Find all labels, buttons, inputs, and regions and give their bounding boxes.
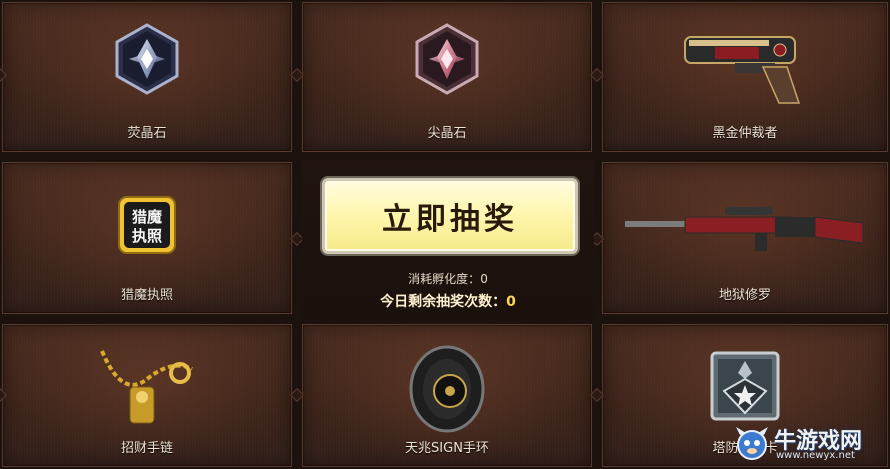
silver-crystal-badge-icon [107,11,187,111]
rifle-weapon-icon [625,203,865,261]
prize-label: 黑金仲裁者 [712,126,778,141]
prize-label: 天兆SIGN手环 [405,441,489,456]
cost-label: 消耗孵化度： [408,272,481,286]
prize-label: 荧晶石 [127,126,167,141]
tower-defense-card-icon [710,351,780,425]
badge-text-line1: 猎魔 [132,208,162,226]
prize-label: 地狱修罗 [718,288,771,303]
watermark-site-url: www.newyx.net [776,450,855,461]
cost-value: 0 [480,272,488,286]
license-badge-icon: 猎魔 执照 [117,195,177,259]
remaining-label: 今日剩余抽奖次数： [380,294,507,310]
prize-cell-7[interactable]: 天兆SIGN手环 [302,324,592,467]
draw-now-button[interactable]: 立即抽奖 [322,178,578,254]
gold-bracelet-icon [92,339,202,439]
prize-label: 猎魔执照 [120,288,173,303]
prize-cell-4[interactable]: 猎魔 执照 猎魔执照 [2,162,292,314]
draw-now-label: 立即抽奖 [382,202,518,237]
prize-cell-3[interactable]: 黑金仲裁者 [602,2,888,152]
prize-label: 招财手链 [120,441,173,456]
wristband-icon [402,341,492,441]
prize-cell-1[interactable]: 荧晶石 [2,2,292,152]
prize-cell-5[interactable]: 地狱修罗 [602,162,888,314]
mascot-logo-icon [736,427,768,460]
cost-info: 消耗孵化度：0 [302,270,594,287]
prize-cell-2[interactable]: 尖晶石 [302,2,592,152]
badge-text-line2: 执照 [132,227,162,245]
remaining-value: 0 [506,294,516,310]
site-watermark: 牛游戏网 www.newyx.net [732,421,882,465]
pink-crystal-badge-icon [407,11,487,111]
remaining-info: 今日剩余抽奖次数：0 [302,291,594,311]
pistol-weapon-icon [675,27,815,111]
prize-cell-6[interactable]: 招财手链 [2,324,292,467]
prize-label: 尖晶石 [427,126,467,141]
